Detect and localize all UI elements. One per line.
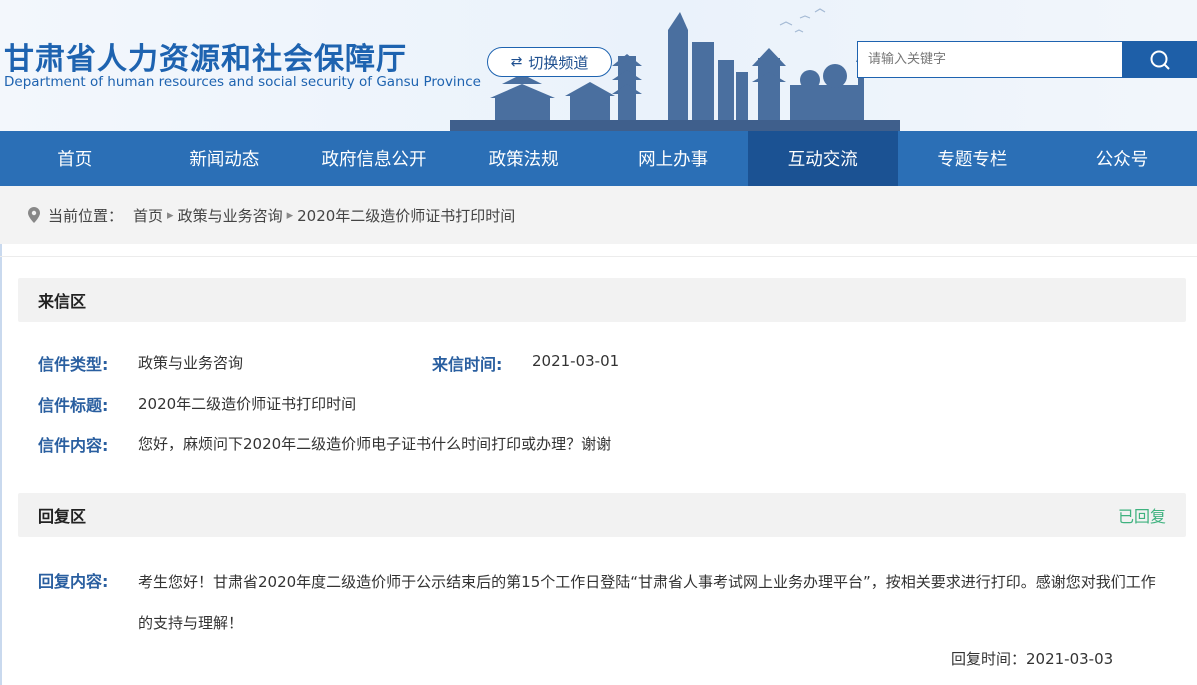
site-subtitle: Department of human resources and social… [4,74,481,90]
breadcrumb-category-link[interactable]: 政策与业务咨询 [178,205,283,226]
search-input[interactable] [857,41,1123,78]
breadcrumb-prefix: 当前位置： [48,206,124,225]
site-header: 甘肃省人力资源和社会保障厅 Department of human resour… [0,0,1197,131]
switch-channel-label: 切换频道 [528,53,589,72]
reply-time: 回复时间：2021-03-03 [951,650,1114,668]
letter-time-value: 2021-03-01 [532,352,620,370]
reply-status-badge: 已回复 [1117,507,1166,526]
switch-channel-button[interactable]: ⇄ 切换频道 [487,47,612,77]
letter-subject-label: 信件标题: [38,396,109,415]
search-icon [1150,50,1170,70]
main-nav: 首页 新闻动态 政府信息公开 政策法规 网上办事 互动交流 专题专栏 公众号 [0,131,1197,186]
reply-section-header: 回复区 已回复 [18,493,1186,537]
letter-content-label: 信件内容: [38,436,109,455]
letter-section-header: 来信区 [18,278,1186,322]
nav-item-wechat[interactable]: 公众号 [1047,131,1197,186]
nav-item-home[interactable]: 首页 [0,131,150,186]
reply-section-title: 回复区 [38,507,87,526]
nav-item-policy[interactable]: 政策法规 [449,131,599,186]
letter-subject-value: 2020年二级造价师证书打印时间 [138,395,357,413]
chevron-right-icon: ▸ [286,207,294,223]
divider [0,256,1197,257]
location-pin-icon [28,207,40,223]
reply-content-label: 回复内容: [38,572,109,591]
site-title[interactable]: 甘肃省人力资源和社会保障厅 [4,34,407,78]
letter-section-title: 来信区 [38,292,87,311]
letter-content-value: 您好，麻烦问下2020年二级造价师电子证书什么时间打印或办理？谢谢 [138,435,612,453]
left-border [0,244,2,685]
shuffle-icon: ⇄ [510,54,523,70]
reply-content-value: 考生您好！甘肃省2020年度二级造价师于公示结束后的第15个工作日登陆“甘肃省人… [138,573,1156,632]
letter-type-value: 政策与业务咨询 [138,354,244,372]
letter-type-label: 信件类型: [38,355,109,374]
nav-item-interaction[interactable]: 互动交流 [747,131,898,186]
breadcrumb-current: 2020年二级造价师证书打印时间 [297,206,516,225]
nav-item-news[interactable]: 新闻动态 [150,131,300,186]
breadcrumb: 当前位置： 首页 ▸ 政策与业务咨询 ▸ 2020年二级造价师证书打印时间 [0,186,1197,244]
letter-time-label: 来信时间: [432,355,503,374]
chevron-right-icon: ▸ [167,207,174,223]
nav-item-topics[interactable]: 专题专栏 [898,131,1048,186]
nav-item-gov-info[interactable]: 政府信息公开 [299,131,449,186]
breadcrumb-home-link[interactable]: 首页 [133,205,163,226]
nav-item-online-service[interactable]: 网上办事 [598,131,748,186]
search-button[interactable] [1122,41,1197,78]
